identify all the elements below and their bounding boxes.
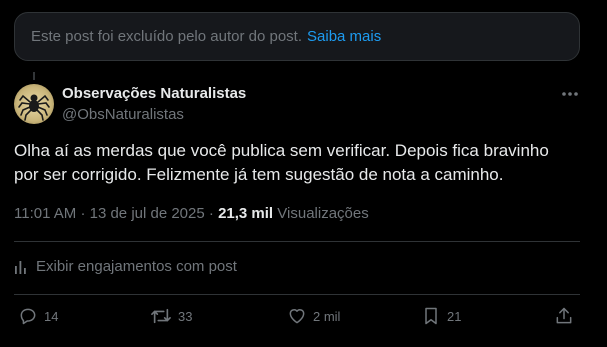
- post-metadata: 11:01 AM · 13 de jul de 2025 · 21,3 mil …: [14, 205, 369, 222]
- divider: [14, 241, 580, 242]
- reply-button[interactable]: 14: [18, 306, 58, 326]
- action-bar: 14 33 2 mil 21: [18, 306, 578, 330]
- analytics-icon: [15, 260, 26, 274]
- more-options-button[interactable]: [558, 84, 582, 104]
- post-text-line: Olha aí as merdas que você publica sem v…: [14, 141, 549, 160]
- meta-separator: ·: [80, 205, 86, 222]
- deleted-notice-text: Este post foi excluído pelo autor do pos…: [31, 28, 303, 45]
- like-button[interactable]: 2 mil: [287, 306, 340, 326]
- repost-icon: [151, 308, 171, 324]
- post-text: Olha aí as merdas que você publica sem v…: [14, 139, 584, 187]
- deleted-post-notice: Este post foi excluído pelo autor do pos…: [14, 12, 580, 61]
- view-engagements-link[interactable]: Exibir engajamentos com post: [14, 258, 237, 275]
- bookmark-button[interactable]: 21: [421, 306, 461, 326]
- view-engagements-label: Exibir engajamentos com post: [36, 258, 237, 275]
- spider-icon: [18, 94, 50, 121]
- like-count: 2 mil: [313, 308, 341, 324]
- reply-icon: [20, 308, 36, 325]
- meta-separator: ·: [208, 205, 214, 222]
- repost-button[interactable]: 33: [150, 306, 192, 326]
- reply-count: 14: [44, 308, 59, 324]
- post-date[interactable]: 13 de jul de 2025: [90, 205, 205, 222]
- post-text-line: por ser corrigido. Felizmente já tem sug…: [14, 165, 504, 184]
- more-icon: [562, 92, 578, 96]
- like-icon: [289, 309, 305, 324]
- views-count: 21,3 mil: [218, 205, 274, 222]
- avatar[interactable]: [14, 84, 54, 124]
- author-name[interactable]: Observações Naturalistas: [62, 85, 246, 102]
- learn-more-link[interactable]: Saiba mais: [307, 28, 381, 45]
- divider: [14, 294, 580, 295]
- share-button[interactable]: [554, 306, 580, 326]
- bookmark-count: 21: [447, 308, 462, 324]
- post-time[interactable]: 11:01 AM: [14, 205, 76, 222]
- views-label: Visualizações: [277, 205, 369, 222]
- share-icon: [556, 307, 572, 324]
- thread-connector-line: [33, 72, 35, 80]
- bookmark-icon: [425, 307, 437, 325]
- author-handle[interactable]: @ObsNaturalistas: [62, 106, 184, 123]
- repost-count: 33: [178, 308, 193, 324]
